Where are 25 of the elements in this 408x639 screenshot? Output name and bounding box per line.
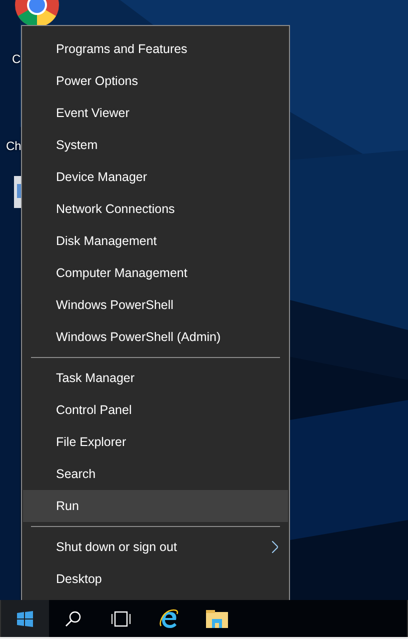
menu-item[interactable]: File Explorer: [23, 426, 288, 458]
menu-item[interactable]: Shut down or sign out: [23, 531, 288, 563]
menu-item[interactable]: Search: [23, 458, 288, 490]
menu-item[interactable]: Disk Management: [23, 225, 288, 257]
taskbar-button[interactable]: [1, 600, 49, 637]
menu-item[interactable]: System: [23, 129, 288, 161]
windows-logo-icon: [17, 610, 33, 626]
search-icon: [65, 610, 81, 626]
task-view-icon: [111, 610, 131, 626]
menu-item[interactable]: Network Connections: [23, 193, 288, 225]
menu-item[interactable]: Task Manager: [23, 362, 288, 394]
menu-item[interactable]: Windows PowerShell: [23, 289, 288, 321]
icon-label: C: [12, 52, 21, 66]
icon-label: Ch: [6, 139, 22, 153]
menu-item[interactable]: Windows PowerShell (Admin): [23, 321, 288, 353]
menu-item[interactable]: Programs and Features: [23, 33, 288, 65]
browser-e-icon: [158, 608, 180, 628]
folder-icon: [206, 610, 228, 628]
menu-item[interactable]: Computer Management: [23, 257, 288, 289]
menu-item[interactable]: Event Viewer: [23, 97, 288, 129]
menu-item[interactable]: Power Options: [23, 65, 288, 97]
menu-item[interactable]: Control Panel: [23, 394, 288, 426]
menu-item[interactable]: Device Manager: [23, 161, 288, 193]
menu-item[interactable]: Desktop: [23, 563, 288, 595]
menu-item[interactable]: Run: [23, 490, 288, 522]
